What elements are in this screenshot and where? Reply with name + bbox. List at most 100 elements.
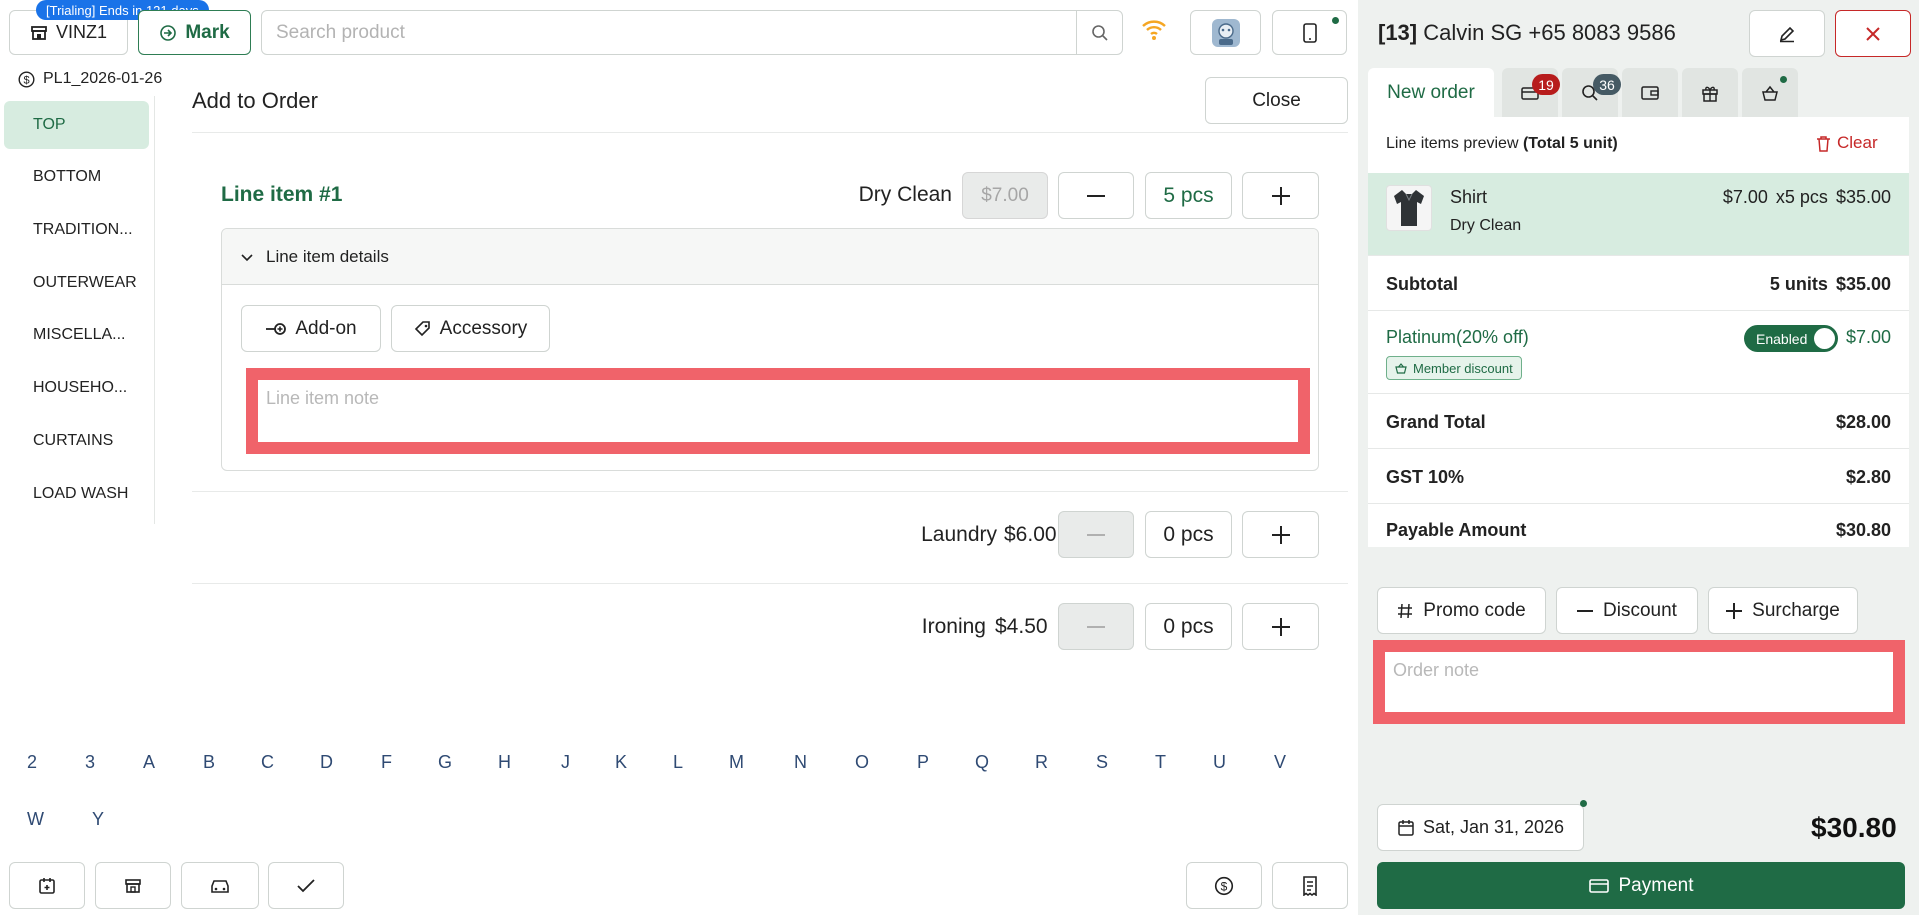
category-load-wash[interactable]: LOAD WASH bbox=[4, 470, 149, 518]
confirm-button[interactable] bbox=[268, 862, 344, 909]
shirt-image bbox=[1386, 185, 1432, 231]
line-item-details-card: Line item details Add-on Accessory bbox=[221, 228, 1319, 471]
close-button[interactable]: Close bbox=[1205, 77, 1348, 124]
tab-wallet[interactable] bbox=[1622, 68, 1678, 117]
alpha-index-item[interactable]: U bbox=[1213, 752, 1226, 773]
calendar-add-button[interactable] bbox=[9, 862, 85, 909]
store-pickup-button[interactable] bbox=[95, 862, 171, 909]
item-name: Shirt bbox=[1450, 187, 1488, 207]
tab-label: New order bbox=[1387, 81, 1475, 103]
gst-label: GST 10% bbox=[1386, 467, 1465, 487]
category-bottom[interactable]: BOTTOM bbox=[4, 153, 149, 201]
alpha-index-item[interactable]: P bbox=[917, 752, 929, 773]
alpha-index-item[interactable]: T bbox=[1155, 752, 1166, 773]
alpha-index-item[interactable]: D bbox=[320, 752, 333, 773]
qty-ironing[interactable]: 0 pcs bbox=[1145, 603, 1232, 650]
line-item-note-input[interactable] bbox=[258, 380, 1298, 442]
decrease-ironing-button[interactable] bbox=[1058, 603, 1134, 650]
subtotal-label: Subtotal bbox=[1386, 274, 1458, 294]
calendar-icon bbox=[1397, 819, 1415, 837]
service-price-laundry: $6.00 bbox=[1004, 523, 1057, 546]
discount-button[interactable]: Discount bbox=[1556, 587, 1698, 634]
alpha-index-item[interactable]: C bbox=[261, 752, 274, 773]
subtotal-values: 5 units $35.00 bbox=[1770, 274, 1891, 295]
add-on-button[interactable]: Add-on bbox=[241, 305, 381, 352]
discount-value: $7.00 bbox=[1845, 327, 1891, 347]
service-price-dry-clean: $7.00 bbox=[962, 172, 1048, 219]
member-discount-badge: Member discount bbox=[1386, 356, 1522, 380]
alpha-index-item[interactable]: H bbox=[498, 752, 511, 773]
plus-icon bbox=[1271, 186, 1290, 205]
line-item-details-toggle[interactable]: Line item details bbox=[222, 229, 1318, 285]
accessory-button[interactable]: Accessory bbox=[391, 305, 550, 352]
alpha-index-item[interactable]: M bbox=[729, 752, 744, 773]
service-name-laundry: Laundry bbox=[921, 523, 997, 546]
due-date-button[interactable]: Sat, Jan 31, 2026 bbox=[1377, 804, 1584, 851]
alpha-index-item[interactable]: S bbox=[1096, 752, 1108, 773]
increase-ironing-button[interactable] bbox=[1242, 603, 1319, 650]
increase-laundry-button[interactable] bbox=[1242, 511, 1319, 558]
alpha-index-item[interactable]: Y bbox=[92, 809, 104, 830]
alpha-index-item[interactable]: O bbox=[855, 752, 869, 773]
cash-button[interactable]: $ bbox=[1186, 862, 1262, 909]
alpha-index-item[interactable]: G bbox=[438, 752, 452, 773]
tab-membership[interactable] bbox=[1742, 68, 1798, 117]
alpha-index-item[interactable]: L bbox=[673, 752, 683, 773]
close-order-button[interactable] bbox=[1835, 10, 1911, 57]
search-input[interactable] bbox=[262, 11, 1076, 54]
tab-gifts[interactable] bbox=[1682, 68, 1738, 117]
discount-toggle[interactable]: Enabled bbox=[1744, 325, 1838, 352]
qty-laundry[interactable]: 0 pcs bbox=[1145, 511, 1232, 558]
alpha-index-item[interactable]: B bbox=[203, 752, 215, 773]
receipt-button[interactable] bbox=[1272, 862, 1348, 909]
avatar-button[interactable] bbox=[1190, 10, 1261, 55]
surcharge-button[interactable]: Surcharge bbox=[1708, 587, 1858, 634]
category-outerwear[interactable]: OUTERWEAR bbox=[4, 259, 149, 307]
alpha-index-item[interactable]: V bbox=[1274, 752, 1286, 773]
alpha-index-item[interactable]: 2 bbox=[27, 752, 37, 773]
wifi-icon bbox=[1141, 18, 1167, 42]
alpha-index-item[interactable]: W bbox=[27, 809, 44, 830]
alpha-index-item[interactable]: J bbox=[561, 752, 570, 773]
device-status-dot bbox=[1332, 17, 1339, 24]
alpha-index-item[interactable]: K bbox=[615, 752, 627, 773]
customer-title: [13] Calvin SG +65 8083 9586 bbox=[1378, 20, 1676, 46]
qty-dry-clean[interactable]: 5 pcs bbox=[1145, 172, 1232, 219]
edit-customer-button[interactable] bbox=[1749, 10, 1825, 57]
category-miscellaneous[interactable]: MISCELLA... bbox=[4, 311, 149, 359]
category-label: BOTTOM bbox=[33, 168, 102, 185]
alpha-index-item[interactable]: R bbox=[1035, 752, 1048, 773]
decrease-laundry-button[interactable] bbox=[1058, 511, 1134, 558]
payment-button[interactable]: Payment bbox=[1377, 862, 1905, 909]
car-icon bbox=[209, 877, 231, 895]
line-items-preview: Line items preview (Total 5 unit) Clear … bbox=[1368, 117, 1909, 547]
alpha-index-item[interactable]: F bbox=[381, 752, 392, 773]
alpha-index-item[interactable]: A bbox=[143, 752, 155, 773]
clear-button[interactable]: Clear bbox=[1816, 133, 1878, 153]
category-top[interactable]: TOP bbox=[4, 101, 149, 149]
search-bar bbox=[261, 10, 1123, 55]
alpha-index-item[interactable]: N bbox=[794, 752, 807, 773]
delivery-button[interactable] bbox=[181, 862, 259, 909]
minus-icon bbox=[1577, 609, 1594, 612]
category-curtains[interactable]: CURTAINS bbox=[4, 417, 149, 465]
category-household[interactable]: HOUSEHO... bbox=[4, 364, 149, 412]
minus-icon bbox=[1087, 625, 1105, 628]
category-traditional[interactable]: TRADITION... bbox=[4, 206, 149, 254]
price-list[interactable]: $ PL1_2026-01-26 bbox=[18, 70, 162, 88]
tab-new-order[interactable]: New order bbox=[1368, 68, 1494, 117]
increase-dry-clean-button[interactable] bbox=[1242, 172, 1319, 219]
add-on-icon bbox=[265, 322, 287, 336]
svg-text:$: $ bbox=[1221, 879, 1228, 893]
line-item-row[interactable]: Shirt Dry Clean $7.00 x5 pcs $35.00 bbox=[1368, 173, 1909, 255]
alpha-index-item[interactable]: 3 bbox=[85, 752, 95, 773]
search-button[interactable] bbox=[1076, 11, 1122, 54]
mark-button[interactable]: Mark bbox=[138, 10, 251, 55]
order-note-input[interactable] bbox=[1385, 652, 1893, 712]
promo-code-button[interactable]: Promo code bbox=[1377, 587, 1546, 634]
check-icon bbox=[297, 878, 315, 893]
alpha-index-item[interactable]: Q bbox=[975, 752, 989, 773]
mark-label: Mark bbox=[185, 21, 230, 43]
decrease-dry-clean-button[interactable] bbox=[1058, 172, 1134, 219]
item-pricing: $7.00 x5 pcs $35.00 bbox=[1723, 187, 1891, 208]
